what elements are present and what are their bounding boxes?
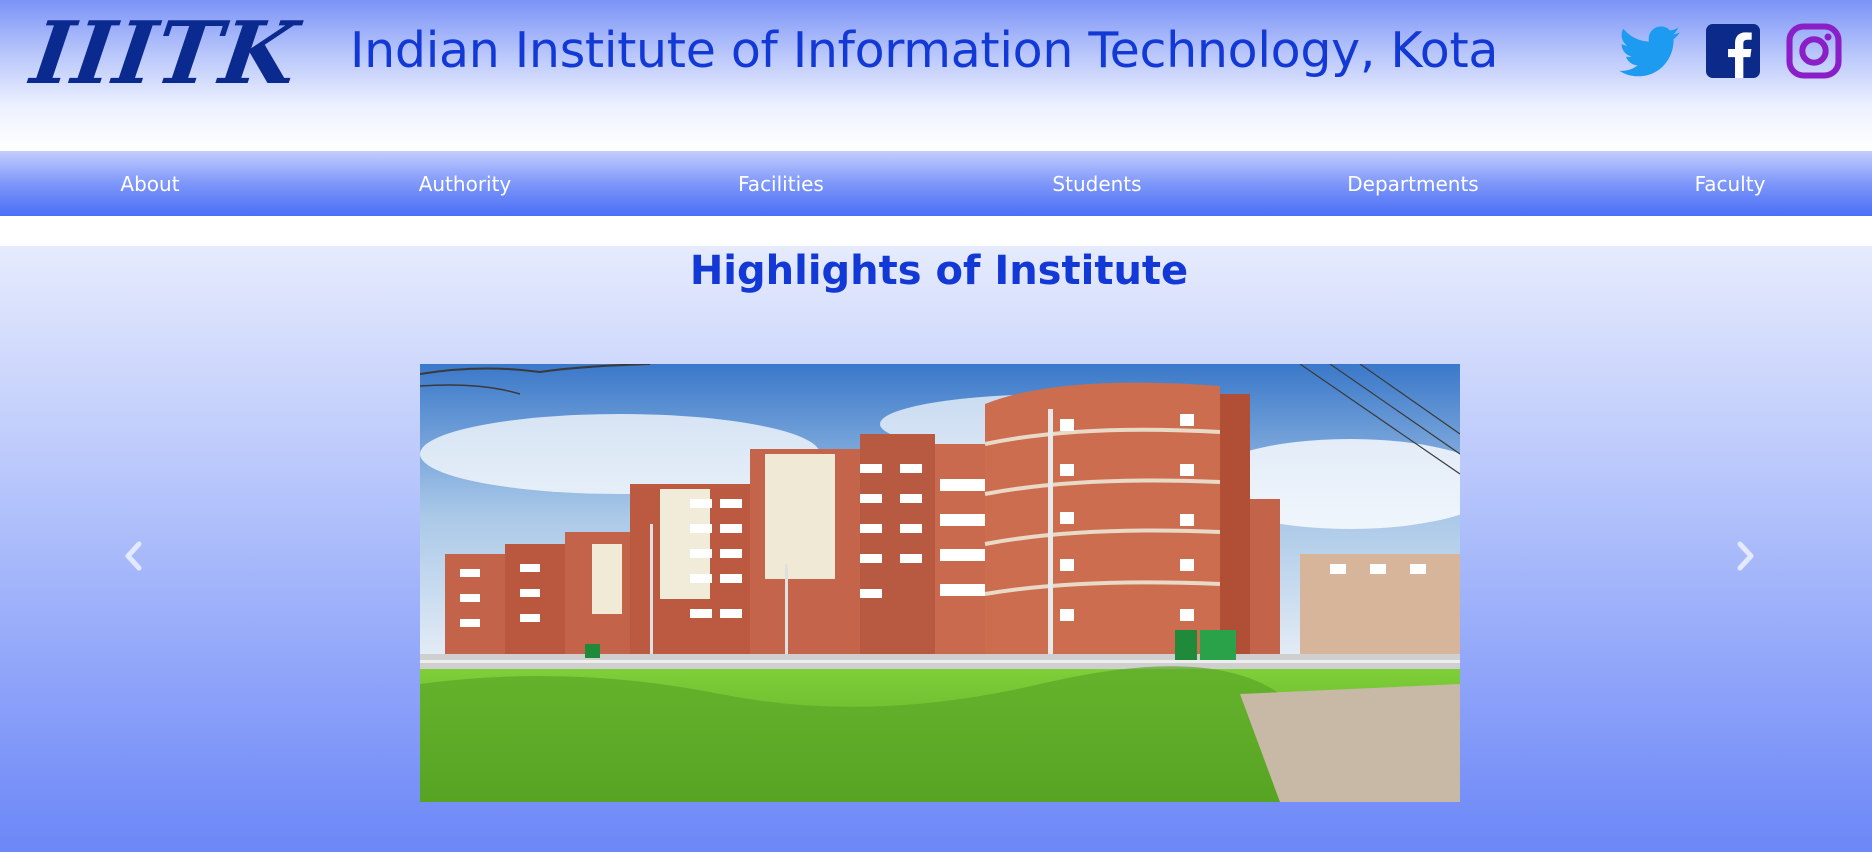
facebook-icon[interactable] xyxy=(1706,22,1760,80)
nav-item-departments[interactable]: Departments xyxy=(1263,151,1563,216)
chevron-right-icon xyxy=(1737,541,1754,571)
instagram-icon[interactable] xyxy=(1786,22,1844,80)
campus-building-photo xyxy=(420,364,1460,802)
site-title: Indian Institute of Information Technolo… xyxy=(350,22,1499,79)
carousel-prev-button[interactable] xyxy=(113,536,153,576)
nav-item-facilities[interactable]: Facilities xyxy=(631,151,931,216)
nav-item-faculty[interactable]: Faculty xyxy=(1580,151,1872,216)
carousel-image[interactable] xyxy=(420,364,1460,802)
chevron-left-icon xyxy=(125,541,142,571)
nav-item-authority[interactable]: Authority xyxy=(315,151,615,216)
site-header: IIITK Indian Institute of Information Te… xyxy=(0,0,1872,150)
nav-item-about[interactable]: About xyxy=(0,151,300,216)
section-title: Highlights of Institute xyxy=(689,248,1189,294)
site-logo[interactable]: IIITK xyxy=(26,3,305,104)
carousel-next-button[interactable] xyxy=(1726,536,1766,576)
highlights-section: Highlights of Institute xyxy=(0,246,1872,852)
nav-item-students[interactable]: Students xyxy=(947,151,1247,216)
main-nav: About Authority Facilities Students Depa… xyxy=(0,151,1872,216)
twitter-icon[interactable] xyxy=(1619,22,1681,80)
